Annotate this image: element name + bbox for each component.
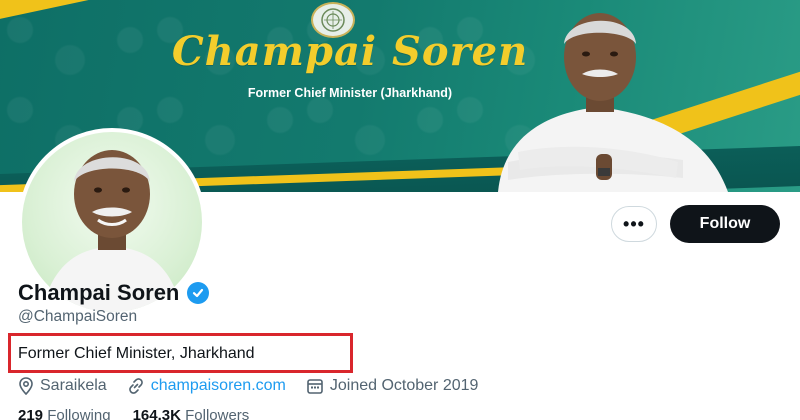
location-pin-icon	[19, 377, 33, 395]
banner-portrait	[498, 13, 728, 192]
more-options-icon: •••	[623, 213, 645, 234]
link-icon	[128, 378, 143, 394]
verified-badge-icon[interactable]	[187, 282, 210, 304]
following-label: Following	[47, 407, 111, 420]
display-name: Champai Soren	[18, 280, 180, 305]
follow-button[interactable]: Follow	[670, 205, 780, 243]
followers-label: Followers	[185, 407, 250, 420]
profile-meta-row: Saraikela champaisoren.com Joined Octobe…	[18, 377, 498, 395]
followers-count: 164.3K	[132, 407, 181, 420]
banner-title: Champai Soren	[171, 28, 529, 75]
location-item: Saraikela	[18, 377, 107, 395]
website-link[interactable]: champaisoren.com	[151, 377, 286, 395]
follow-stats-row: 219 Following 164.3K Followers	[18, 407, 249, 420]
profile-handle: @ChampaiSoren	[18, 308, 138, 325]
avatar-container[interactable]	[18, 128, 206, 316]
followers-link[interactable]: 164.3K Followers	[133, 407, 250, 420]
location-text: Saraikela	[40, 377, 107, 394]
website-item[interactable]: champaisoren.com	[127, 377, 286, 395]
name-row: Champai Soren	[18, 280, 210, 306]
joined-date: Joined October 2019	[329, 377, 479, 394]
joined-item: Joined October 2019	[306, 377, 479, 395]
more-options-button[interactable]: •••	[611, 206, 657, 242]
banner-subtitle: Former Chief Minister (Jharkhand)	[247, 86, 453, 100]
profile-bio: Former Chief Minister, Jharkhand	[18, 345, 255, 362]
following-count: 219	[18, 407, 44, 420]
calendar-icon	[307, 379, 323, 394]
following-link[interactable]: 219 Following	[18, 407, 111, 420]
